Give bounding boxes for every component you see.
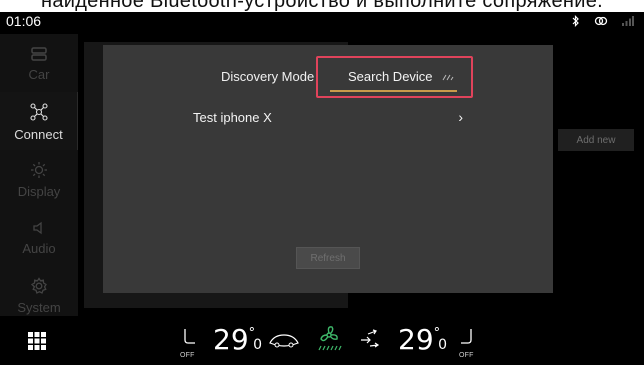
sidebar-item-connect[interactable]: Connect (0, 92, 78, 150)
brightness-icon (31, 161, 47, 178)
fan-icon[interactable] (315, 325, 343, 351)
bluetooth-icon (572, 15, 579, 27)
airflow-icon[interactable] (358, 328, 384, 350)
clock: 01:06 (6, 13, 42, 29)
car-seat-icon (31, 46, 47, 61)
chevron-right-icon: › (458, 109, 463, 125)
search-device-tab[interactable]: Search Device (316, 56, 473, 98)
seat-heat-right-status: OFF (459, 352, 474, 359)
caption-strip: найденное Bluetooth-устройство и выполни… (0, 0, 644, 12)
sidebar-item-label: Connect (14, 126, 63, 142)
sidebar-item-label: Display (17, 183, 61, 199)
app-grid-icon[interactable] (28, 332, 46, 350)
speaker-icon (33, 221, 42, 234)
sidebar-item-label: Audio (22, 240, 56, 256)
recirculation-icon[interactable] (268, 332, 300, 348)
refresh-button[interactable]: Refresh (296, 247, 360, 269)
active-tab-underline (330, 90, 457, 92)
temp-decimal: 0 (253, 337, 263, 353)
seat-heat-right-icon[interactable] (459, 328, 475, 348)
status-icons (572, 15, 634, 27)
seat-heat-left-icon[interactable] (181, 328, 197, 348)
driver-temperature[interactable]: 29°0 (213, 323, 264, 356)
sidebar-item-label: Car (28, 66, 50, 82)
discovery-mode-label: Discovery Mode (221, 69, 315, 84)
device-list-item[interactable]: Test iphone X › (193, 109, 463, 127)
sidebar-item-label: System (17, 299, 61, 315)
link-icon (594, 16, 608, 26)
temp-decimal: 0 (438, 337, 448, 353)
connect-icon (29, 102, 48, 121)
scanning-icon (442, 74, 454, 81)
sidebar-item-display[interactable]: Display (0, 150, 78, 208)
sidebar-item-car[interactable]: Car (0, 34, 78, 92)
device-name: Test iphone X (193, 110, 272, 125)
climate-bar: OFF 29°0 29°0 OFF (0, 316, 644, 365)
signal-icon (622, 16, 634, 26)
seat-heat-left-status: OFF (180, 352, 195, 359)
sidebar: Car Connect Display Audio System (0, 34, 78, 316)
temp-whole: 29 (213, 323, 249, 356)
passenger-temperature[interactable]: 29°0 (398, 323, 449, 356)
discovery-dialog: Discovery Mode Search Device Test iphone… (103, 45, 553, 293)
sidebar-item-audio[interactable]: Audio (0, 208, 78, 266)
add-new-button[interactable]: Add new (558, 129, 634, 151)
caption-text: найденное Bluetooth-устройство и выполни… (40, 0, 604, 12)
status-bar: 01:06 (0, 12, 644, 34)
temp-whole: 29 (398, 323, 434, 356)
search-device-label: Search Device (348, 69, 433, 84)
gear-icon (30, 276, 47, 294)
